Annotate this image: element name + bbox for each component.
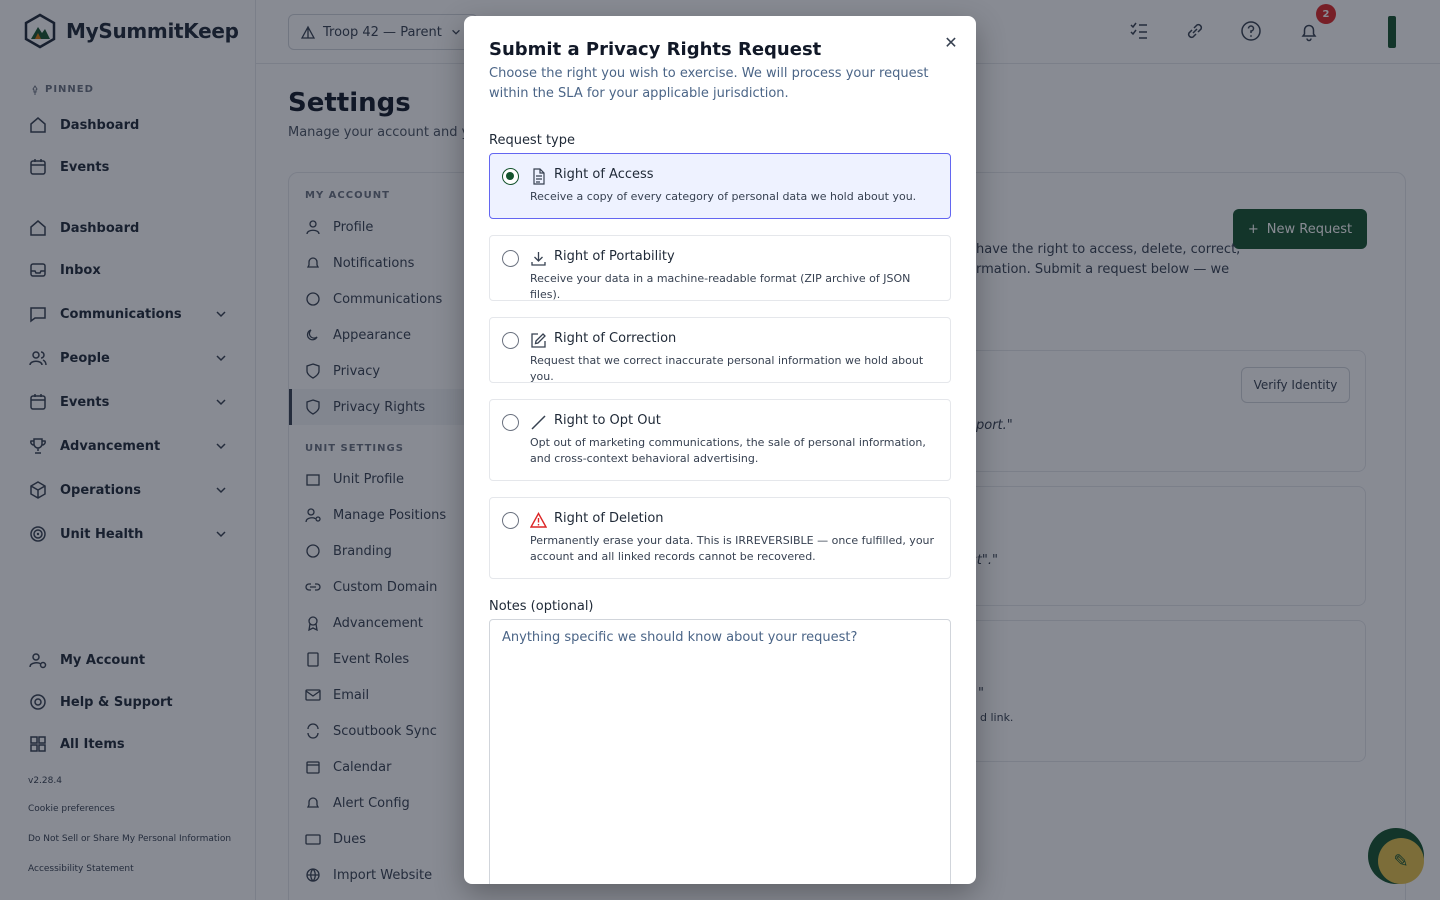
option-right-of-deletion[interactable]: Right of Deletion Permanently erase your…: [489, 497, 951, 579]
option-right-to-opt-out[interactable]: Right to Opt Out Opt out of marketing co…: [489, 399, 951, 481]
radio-button[interactable]: [502, 250, 519, 267]
option-description: Permanently erase your data. This is IRR…: [530, 534, 935, 563]
request-type-label: Request type: [489, 133, 575, 148]
option-description: Request that we correct inaccurate perso…: [530, 354, 924, 383]
edit-icon: [531, 333, 546, 348]
option-description: Receive a copy of every category of pers…: [530, 190, 917, 203]
option-right-of-portability[interactable]: Right of Portability Receive your data i…: [489, 235, 951, 301]
modal-title: Submit a Privacy Rights Request: [489, 39, 822, 60]
document-icon: [533, 168, 545, 185]
download-icon: [531, 252, 546, 266]
option-title: Right of Portability: [554, 249, 675, 264]
warning-icon: [530, 512, 547, 528]
radio-button[interactable]: [502, 512, 519, 529]
option-title: Right of Access: [554, 167, 654, 182]
option-description: Receive your data in a machine-readable …: [530, 272, 911, 301]
option-title: Right to Opt Out: [554, 413, 661, 428]
privacy-request-modal: Submit a Privacy Rights Request ✕ Choose…: [464, 16, 976, 884]
radio-button[interactable]: [502, 168, 519, 185]
radio-button[interactable]: [502, 332, 519, 349]
slash-icon: [531, 415, 546, 430]
notes-textarea[interactable]: [489, 619, 951, 884]
option-right-of-correction[interactable]: Right of Correction Request that we corr…: [489, 317, 951, 383]
option-title: Right of Deletion: [554, 511, 664, 526]
close-icon[interactable]: ✕: [942, 33, 960, 52]
notes-label: Notes (optional): [489, 599, 594, 614]
radio-button[interactable]: [502, 414, 519, 431]
option-description: Opt out of marketing communications, the…: [530, 436, 926, 465]
option-right-of-access[interactable]: Right of Access Receive a copy of every …: [489, 153, 951, 219]
option-title: Right of Correction: [554, 331, 677, 346]
modal-description: Choose the right you wish to exercise. W…: [489, 66, 929, 101]
